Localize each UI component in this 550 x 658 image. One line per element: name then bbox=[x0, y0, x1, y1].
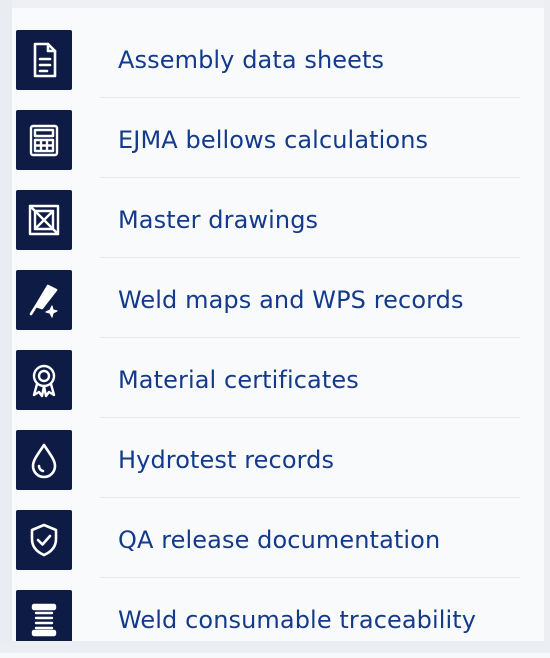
list-item-label: Master drawings bbox=[118, 206, 319, 234]
shield-check-icon bbox=[16, 510, 72, 570]
list-item-label: QA release documentation bbox=[118, 526, 441, 554]
document-list-panel: Assembly data sheets EJMA bellows calcul… bbox=[0, 0, 550, 653]
list-item-label: Weld consumable traceability bbox=[118, 606, 477, 634]
list-item-label: Hydrotest records bbox=[118, 446, 335, 474]
list-item-label: Weld maps and WPS records bbox=[118, 286, 464, 314]
weld-torch-icon bbox=[16, 270, 72, 330]
list-item-master-drawings: Master drawings bbox=[0, 178, 550, 258]
list-item-ejma-bellows-calculations: EJMA bellows calculations bbox=[0, 98, 550, 178]
certificate-icon bbox=[16, 350, 72, 410]
list-item-weld-maps-wps-records: Weld maps and WPS records bbox=[0, 258, 550, 338]
list-item-assembly-data-sheets: Assembly data sheets bbox=[0, 18, 550, 98]
water-drop-icon bbox=[16, 430, 72, 490]
bottom-border bbox=[0, 641, 550, 653]
list-item-label: Material certificates bbox=[118, 366, 359, 394]
calculator-icon bbox=[16, 110, 72, 170]
list-item-qa-release-documentation: QA release documentation bbox=[0, 498, 550, 578]
document-icon bbox=[16, 30, 72, 90]
list-item-hydrotest-records: Hydrotest records bbox=[0, 418, 550, 498]
top-border bbox=[0, 0, 550, 8]
list-item-label: EJMA bellows calculations bbox=[118, 126, 429, 154]
drawing-icon bbox=[16, 190, 72, 250]
list-item-label: Assembly data sheets bbox=[118, 46, 385, 74]
list-item-material-certificates: Material certificates bbox=[0, 338, 550, 418]
